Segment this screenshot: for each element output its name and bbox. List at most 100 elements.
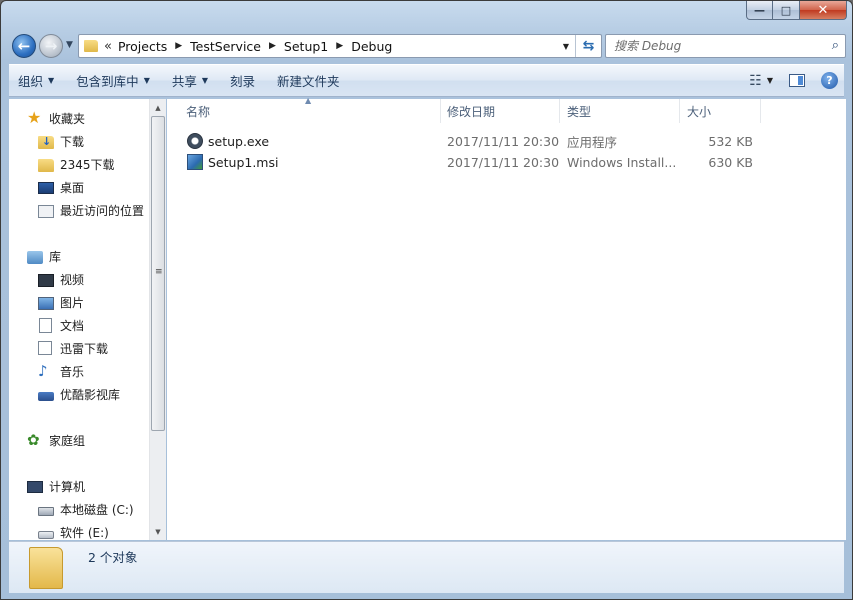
sidebar-item-label: 文档 bbox=[60, 318, 85, 333]
search-icon[interactable]: ⌕ bbox=[832, 38, 839, 53]
breadcrumb-separator-icon[interactable]: ▶ bbox=[269, 41, 276, 51]
hard-drive-icon bbox=[38, 507, 54, 516]
chevron-down-icon: ▼ bbox=[143, 76, 150, 85]
column-header-modified[interactable]: 修改日期 bbox=[440, 99, 560, 123]
include-in-library-button[interactable]: 包含到库中 ▼ bbox=[67, 69, 159, 93]
sidebar-item-libraries[interactable]: 库 bbox=[27, 245, 61, 267]
sidebar-item-label: 收藏夹 bbox=[49, 111, 86, 126]
organize-label: 组织 bbox=[18, 74, 44, 89]
sidebar-item-label: 桌面 bbox=[60, 180, 85, 195]
column-header-type[interactable]: 类型 bbox=[560, 99, 680, 123]
file-type: Windows Install... bbox=[567, 154, 675, 170]
sidebar-item-label: 优酷影视库 bbox=[60, 387, 121, 402]
column-header-label: 大小 bbox=[687, 104, 712, 119]
close-button[interactable]: ✕ bbox=[800, 1, 847, 20]
application-exe-icon bbox=[187, 133, 203, 149]
sidebar-item-computer[interactable]: 计算机 bbox=[27, 475, 85, 497]
refresh-icon: ⇆ bbox=[582, 38, 595, 54]
sidebar-item-label: 软件 (E:) bbox=[60, 525, 109, 540]
view-options-icon[interactable]: ☷ bbox=[749, 73, 762, 89]
sidebar-item-label: 本地磁盘 (C:) bbox=[60, 502, 134, 517]
preview-pane-icon[interactable] bbox=[789, 74, 805, 87]
organize-button[interactable]: 组织 ▼ bbox=[9, 69, 63, 93]
file-name-cell: setup.exe bbox=[187, 131, 269, 151]
share-label: 共享 bbox=[171, 74, 197, 89]
desktop-icon bbox=[38, 182, 54, 194]
column-header-label: 名称 bbox=[186, 104, 211, 119]
close-icon: ✕ bbox=[817, 2, 829, 18]
homegroup-icon: ✿ bbox=[27, 431, 40, 449]
chevron-down-icon: ▼ bbox=[48, 76, 55, 85]
recent-pages-button[interactable]: ▼ bbox=[66, 40, 73, 50]
breadcrumb-item-debug[interactable]: Debug bbox=[351, 39, 392, 54]
breadcrumb-item-setup1[interactable]: Setup1 bbox=[284, 39, 328, 54]
breadcrumb-separator-icon[interactable]: ▶ bbox=[175, 41, 182, 51]
scroll-up-icon[interactable]: ▲ bbox=[150, 99, 166, 116]
help-icon[interactable]: ? bbox=[821, 72, 838, 89]
sidebar-item-recent-places[interactable]: 最近访问的位置 bbox=[38, 199, 144, 221]
sidebar-item-downloads[interactable]: 下载 bbox=[38, 130, 84, 152]
file-row[interactable]: Setup1.msi 2017/11/11 20:30 Windows Inst… bbox=[181, 152, 781, 172]
sidebar-item-label: 家庭组 bbox=[49, 433, 86, 448]
music-note-icon: ♪ bbox=[38, 362, 48, 380]
sidebar-item-homegroup[interactable]: ✿ 家庭组 bbox=[27, 429, 85, 451]
folder-icon bbox=[29, 547, 63, 589]
back-button[interactable]: ← bbox=[12, 34, 36, 58]
sidebar-item-software-e[interactable]: 软件 (E:) bbox=[38, 521, 109, 540]
file-list-pane: ▲ 名称 修改日期 类型 大小 setup.exe 2017/11/11 20:… bbox=[167, 96, 846, 540]
breadcrumb-item-testservice[interactable]: TestService bbox=[190, 39, 261, 54]
column-header-name[interactable]: 名称 bbox=[179, 99, 441, 123]
maximize-button[interactable]: □ bbox=[773, 1, 800, 20]
sidebar-item-label: 计算机 bbox=[49, 479, 86, 494]
address-dropdown-button[interactable]: ▼ bbox=[559, 35, 573, 57]
picture-icon bbox=[38, 296, 54, 310]
column-header-size[interactable]: 大小 bbox=[680, 99, 761, 123]
sidebar-item-pictures[interactable]: 图片 bbox=[38, 291, 84, 313]
scrollbar-thumb[interactable]: ≡ bbox=[151, 116, 165, 431]
chevron-down-icon[interactable]: ▼ bbox=[767, 76, 773, 85]
forward-button[interactable]: → bbox=[39, 34, 63, 58]
file-name-cell: Setup1.msi bbox=[187, 152, 278, 172]
file-row[interactable]: setup.exe 2017/11/11 20:30 应用程序 532 KB bbox=[181, 131, 781, 151]
sidebar-item-documents[interactable]: 文档 bbox=[38, 314, 84, 336]
breadcrumb-item-projects[interactable]: Projects bbox=[118, 39, 167, 54]
sidebar-item-desktop[interactable]: 桌面 bbox=[38, 176, 84, 198]
burn-button[interactable]: 刻录 bbox=[221, 69, 264, 93]
folder-icon bbox=[84, 40, 98, 52]
toolbar-right-group: ☷ ▼ ? bbox=[749, 72, 844, 89]
column-header-label: 类型 bbox=[567, 104, 592, 119]
file-type: 应用程序 bbox=[567, 134, 618, 150]
breadcrumb-overflow[interactable]: « bbox=[104, 39, 112, 54]
command-bar: 组织 ▼ 包含到库中 ▼ 共享 ▼ 刻录 新建文件夹 ☷ ▼ ? bbox=[9, 64, 844, 97]
details-pane: 2 个对象 bbox=[9, 541, 844, 593]
address-bar[interactable]: « Projects ▶ TestService ▶ Setup1 ▶ Debu… bbox=[78, 34, 602, 58]
breadcrumb-separator-icon[interactable]: ▶ bbox=[336, 41, 343, 51]
sidebar-item-2345-downloads[interactable]: 2345下载 bbox=[38, 153, 115, 175]
sidebar-item-label: 库 bbox=[49, 249, 62, 264]
sidebar-item-favorites[interactable]: ★ 收藏夹 bbox=[27, 107, 85, 129]
document-icon bbox=[39, 317, 52, 333]
navigation-scrollbar[interactable]: ▲ ≡ ▼ bbox=[149, 99, 166, 540]
video-icon bbox=[38, 273, 54, 287]
sidebar-item-music[interactable]: ♪ 音乐 bbox=[38, 360, 84, 382]
search-input[interactable] bbox=[606, 39, 816, 53]
explorer-window: — □ ✕ ← → ▼ « Projects ▶ TestService ▶ S… bbox=[0, 0, 853, 600]
breadcrumb: Projects ▶ TestService ▶ Setup1 ▶ Debug bbox=[118, 39, 392, 54]
download-folder-icon bbox=[38, 135, 54, 149]
sidebar-item-videos[interactable]: 视频 bbox=[38, 268, 84, 290]
sidebar-item-label: 下载 bbox=[60, 134, 85, 149]
file-size: 630 KB bbox=[708, 154, 753, 170]
column-header-label: 修改日期 bbox=[447, 104, 496, 119]
file-size: 532 KB bbox=[708, 133, 753, 149]
computer-icon bbox=[27, 480, 43, 493]
minimize-button[interactable]: — bbox=[746, 1, 773, 20]
new-folder-button[interactable]: 新建文件夹 bbox=[268, 69, 349, 93]
refresh-button[interactable]: ⇆ bbox=[575, 35, 601, 57]
library-icon bbox=[27, 250, 43, 264]
sidebar-item-thunder-downloads[interactable]: 迅雷下载 bbox=[38, 337, 108, 359]
sidebar-item-local-disk-c[interactable]: 本地磁盘 (C:) bbox=[38, 498, 134, 520]
sidebar-item-youku[interactable]: 优酷影视库 bbox=[38, 383, 120, 405]
share-button[interactable]: 共享 ▼ bbox=[163, 69, 217, 93]
scroll-down-icon[interactable]: ▼ bbox=[150, 523, 166, 540]
chevron-down-icon: ▼ bbox=[562, 41, 570, 51]
